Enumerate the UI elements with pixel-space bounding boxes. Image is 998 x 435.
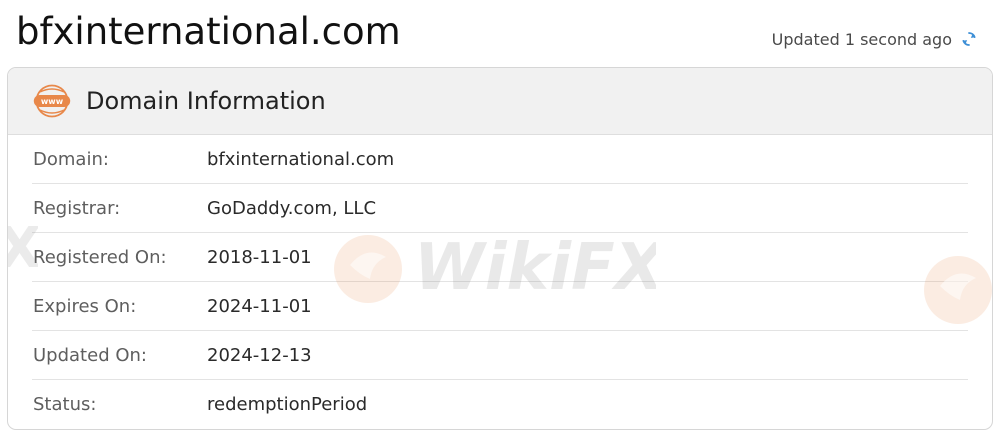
www-icon-text: www — [41, 97, 64, 106]
refresh-icon[interactable] — [960, 29, 978, 49]
row-value: bfxinternational.com — [207, 148, 395, 170]
row-label: Registered On: — [33, 246, 167, 268]
row-label: Domain: — [33, 148, 109, 170]
card-title: Domain Information — [86, 87, 326, 115]
row-value: 2018-11-01 — [207, 246, 312, 268]
row-label: Updated On: — [33, 344, 147, 366]
row-value: 2024-12-13 — [207, 344, 312, 366]
card-header: www Domain Information — [8, 68, 992, 135]
row-updated-on: Updated On: 2024-12-13 — [32, 331, 968, 380]
www-icon: www — [33, 84, 71, 118]
row-value: GoDaddy.com, LLC — [207, 197, 377, 219]
row-status: Status: redemptionPeriod — [32, 380, 968, 429]
update-status: Updated 1 second ago — [772, 29, 978, 49]
row-registered-on: Registered On: 2018-11-01 — [32, 233, 968, 282]
page-title: bfxinternational.com — [16, 10, 401, 53]
row-registrar: Registrar: GoDaddy.com, LLC — [32, 184, 968, 233]
info-table: WikiFX X Domain: bfxinternational.com Re… — [8, 135, 992, 429]
updated-text: Updated 1 second ago — [771, 29, 952, 49]
row-value: 2024-11-01 — [207, 295, 312, 317]
domain-info-card: www Domain Information WikiFX X Domain: … — [7, 67, 993, 430]
row-expires-on: Expires On: 2024-11-01 — [32, 282, 968, 331]
row-value: redemptionPeriod — [207, 394, 368, 415]
row-label: Expires On: — [33, 295, 137, 317]
row-domain: Domain: bfxinternational.com — [32, 135, 968, 184]
row-label: Registrar: — [33, 197, 121, 219]
row-label: Status: — [33, 394, 97, 415]
